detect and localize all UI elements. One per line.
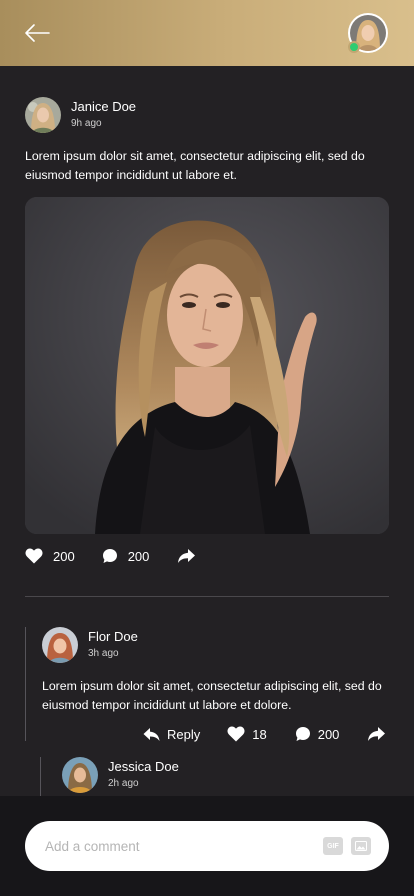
post-like-count: 200 — [53, 548, 75, 564]
comment-comment-count: 200 — [317, 726, 340, 742]
arrow-left-icon — [25, 24, 50, 42]
comment-author: Flor Doe 3h ago — [42, 627, 138, 663]
reply-timestamp: 2h ago — [108, 778, 139, 789]
heart-icon — [227, 726, 245, 742]
comment-author-avatar[interactable] — [42, 627, 78, 663]
comment-share-button[interactable] — [367, 726, 386, 742]
reply-author-name[interactable]: Jessica Doe — [108, 759, 179, 775]
comment-icon — [102, 549, 117, 563]
post-timestamp: 9h ago — [71, 118, 102, 129]
thread-line — [25, 627, 26, 741]
comment-like-count: 18 — [252, 726, 267, 742]
post-text: Lorem ipsum dolor sit amet, consectetur … — [25, 149, 365, 182]
post-author: Janice Doe 9h ago — [25, 97, 136, 133]
gif-button[interactable]: GIF — [323, 837, 343, 855]
comment-actions: Reply 18 200 — [143, 726, 386, 742]
comment-icon — [295, 727, 310, 741]
app-header — [0, 0, 414, 66]
image-icon — [355, 841, 367, 851]
gif-icon: GIF — [327, 842, 339, 850]
comment-composer: GIF — [0, 796, 414, 896]
comment-author-name[interactable]: Flor Doe — [88, 629, 138, 645]
comment-comment-button[interactable]: 200 — [295, 726, 340, 742]
image-upload-button[interactable] — [351, 837, 371, 855]
comment-like-button[interactable]: 18 — [227, 726, 267, 742]
comment-input-container[interactable]: GIF — [25, 821, 389, 871]
post-share-button[interactable] — [177, 548, 196, 564]
comment-reply-button[interactable]: Reply — [143, 727, 200, 742]
current-user-avatar[interactable] — [348, 13, 388, 53]
back-button[interactable] — [22, 20, 52, 46]
post-comment-button[interactable]: 200 — [102, 548, 150, 564]
post-author-avatar[interactable] — [25, 97, 61, 133]
comment-reply-label: Reply — [167, 726, 201, 742]
post-actions: 200 200 — [25, 548, 196, 564]
reply-thread-line — [40, 757, 41, 797]
post-author-name[interactable]: Janice Doe — [71, 99, 136, 115]
heart-icon — [25, 548, 43, 564]
share-icon — [178, 549, 196, 563]
post-image[interactable] — [25, 197, 389, 534]
share-icon — [368, 727, 386, 741]
reply-author-avatar[interactable] — [62, 757, 98, 793]
comment-timestamp: 3h ago — [88, 648, 119, 659]
reply-author: Jessica Doe 2h ago — [62, 757, 179, 793]
reply-icon — [143, 727, 160, 741]
divider — [25, 596, 389, 597]
post-comment-count: 200 — [127, 548, 150, 564]
comment-input[interactable] — [45, 838, 315, 854]
post-like-button[interactable]: 200 — [25, 548, 75, 564]
comment-text: Lorem ipsum dolor sit amet, consectetur … — [42, 679, 382, 712]
online-status-dot — [348, 41, 360, 53]
